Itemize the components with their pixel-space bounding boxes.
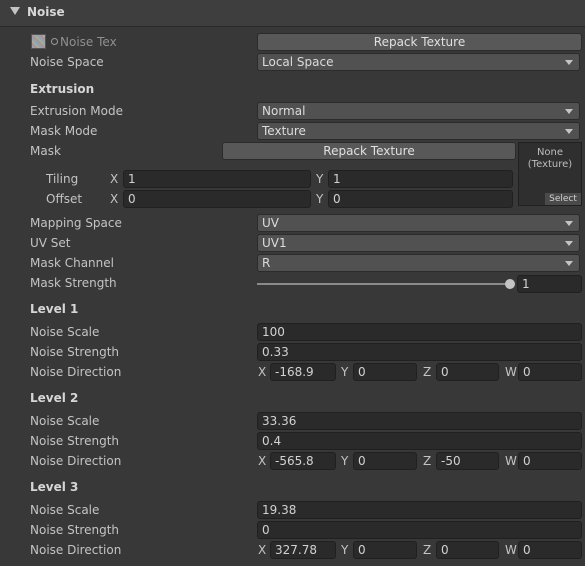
mask-channel-label: Mask Channel: [30, 256, 114, 270]
direction-w-field[interactable]: 0: [518, 541, 582, 559]
direction-z-axis-label: Z: [423, 365, 432, 379]
foldout-triangle-icon[interactable]: [10, 7, 20, 15]
texture-none-text: None (Texture): [519, 147, 581, 171]
texture-none-label: None: [536, 147, 564, 158]
direction-z-axis-label: Z: [423, 454, 432, 468]
section-title: Noise: [27, 5, 65, 19]
noise-strength-label: Noise Strength: [30, 523, 120, 537]
texture-thumbnail-icon[interactable]: [31, 34, 46, 49]
mask-strength-slider-handle[interactable]: [505, 279, 515, 289]
mask-mode-value: Texture: [262, 124, 306, 138]
mask-texture-slot[interactable]: None (Texture) Select: [518, 142, 582, 206]
direction-y-axis-label: Y: [341, 454, 349, 468]
texture-type-label: (Texture): [527, 159, 573, 170]
direction-x-field[interactable]: -168.9: [270, 363, 336, 381]
chevron-down-icon: [565, 241, 573, 246]
mask-repack-texture-button[interactable]: Repack Texture: [222, 142, 516, 160]
extrusion-mode-dropdown[interactable]: Normal: [257, 102, 580, 120]
tiling-y-field[interactable]: 1: [328, 170, 513, 188]
direction-x-field[interactable]: -565.8: [270, 452, 336, 470]
offset-y-axis-label: Y: [316, 192, 324, 206]
offset-x-axis-label: X: [110, 192, 119, 206]
noise-strength-field[interactable]: 0.4: [257, 432, 582, 450]
direction-x-field[interactable]: 327.78: [270, 541, 336, 559]
mask-channel-value: R: [262, 256, 271, 270]
noise-scale-label: Noise Scale: [30, 414, 100, 428]
mapping-space-dropdown[interactable]: UV: [257, 214, 580, 232]
repack-texture-button[interactable]: Repack Texture: [257, 33, 582, 51]
direction-x-axis-label: X: [258, 454, 267, 468]
noise-direction-label: Noise Direction: [30, 454, 122, 468]
chevron-down-icon: [565, 261, 573, 266]
extrusion-mode-label: Extrusion Mode: [30, 104, 123, 118]
offset-y-field[interactable]: 0: [328, 190, 513, 208]
noise-scale-label: Noise Scale: [30, 325, 100, 339]
direction-y-axis-label: Y: [341, 543, 349, 557]
direction-w-field[interactable]: 0: [518, 363, 582, 381]
mask-strength-field[interactable]: 1: [517, 275, 582, 293]
direction-w-axis-label: W: [505, 454, 517, 468]
uv-set-value: UV1: [262, 236, 287, 250]
mask-channel-dropdown[interactable]: R: [257, 254, 580, 272]
mask-label: Mask: [30, 144, 61, 158]
chevron-down-icon: [565, 221, 573, 226]
level-heading: Level 1: [30, 302, 79, 316]
noise-space-label: Noise Space: [30, 55, 104, 69]
noise-direction-label: Noise Direction: [30, 543, 122, 557]
tiling-x-field[interactable]: 1: [123, 170, 311, 188]
noise-scale-field[interactable]: 19.38: [257, 501, 582, 519]
direction-y-field[interactable]: 0: [353, 541, 417, 559]
mask-mode-label: Mask Mode: [30, 124, 98, 138]
direction-w-axis-label: W: [505, 543, 517, 557]
noise-scale-field[interactable]: 33.36: [257, 412, 582, 430]
direction-z-field[interactable]: 0: [436, 541, 499, 559]
noise-strength-label: Noise Strength: [30, 345, 120, 359]
mask-mode-dropdown[interactable]: Texture: [257, 122, 580, 140]
direction-x-axis-label: X: [258, 365, 267, 379]
noise-space-value: Local Space: [262, 55, 334, 69]
noise-strength-field[interactable]: 0: [257, 521, 582, 539]
noise-scale-label: Noise Scale: [30, 503, 100, 517]
chevron-down-icon: [565, 129, 573, 134]
uv-set-dropdown[interactable]: UV1: [257, 234, 580, 252]
noise-tex-label: Noise Tex: [60, 35, 117, 49]
mask-strength-slider-fill: [257, 283, 510, 285]
uv-set-label: UV Set: [30, 236, 71, 250]
direction-z-field[interactable]: -50: [436, 452, 499, 470]
noise-foldout-header[interactable]: Noise: [0, 0, 585, 27]
tiling-label: Tiling: [46, 172, 79, 186]
mapping-space-value: UV: [262, 216, 279, 230]
direction-z-axis-label: Z: [423, 543, 432, 557]
noise-space-dropdown[interactable]: Local Space: [257, 53, 580, 71]
noise-strength-field[interactable]: 0.33: [257, 343, 582, 361]
extrusion-heading: Extrusion: [30, 82, 95, 96]
noise-strength-label: Noise Strength: [30, 434, 120, 448]
object-picker-icon[interactable]: [51, 38, 58, 45]
mapping-space-label: Mapping Space: [30, 216, 122, 230]
direction-z-field[interactable]: 0: [436, 363, 499, 381]
noise-scale-field[interactable]: 100: [257, 323, 582, 341]
offset-label: Offset: [46, 192, 83, 206]
chevron-down-icon: [565, 60, 573, 65]
texture-select-button[interactable]: Select: [545, 193, 581, 205]
direction-y-field[interactable]: 0: [353, 363, 417, 381]
noise-direction-label: Noise Direction: [30, 365, 122, 379]
extrusion-mode-value: Normal: [262, 104, 306, 118]
chevron-down-icon: [565, 109, 573, 114]
level-heading: Level 2: [30, 391, 79, 405]
direction-w-field[interactable]: 0: [518, 452, 582, 470]
offset-x-field[interactable]: 0: [123, 190, 311, 208]
level-heading: Level 3: [30, 480, 79, 494]
direction-y-axis-label: Y: [341, 365, 349, 379]
tiling-y-axis-label: Y: [316, 172, 324, 186]
mask-strength-label: Mask Strength: [30, 276, 117, 290]
tiling-x-axis-label: X: [110, 172, 119, 186]
direction-w-axis-label: W: [505, 365, 517, 379]
direction-x-axis-label: X: [258, 543, 267, 557]
direction-y-field[interactable]: 0: [353, 452, 417, 470]
